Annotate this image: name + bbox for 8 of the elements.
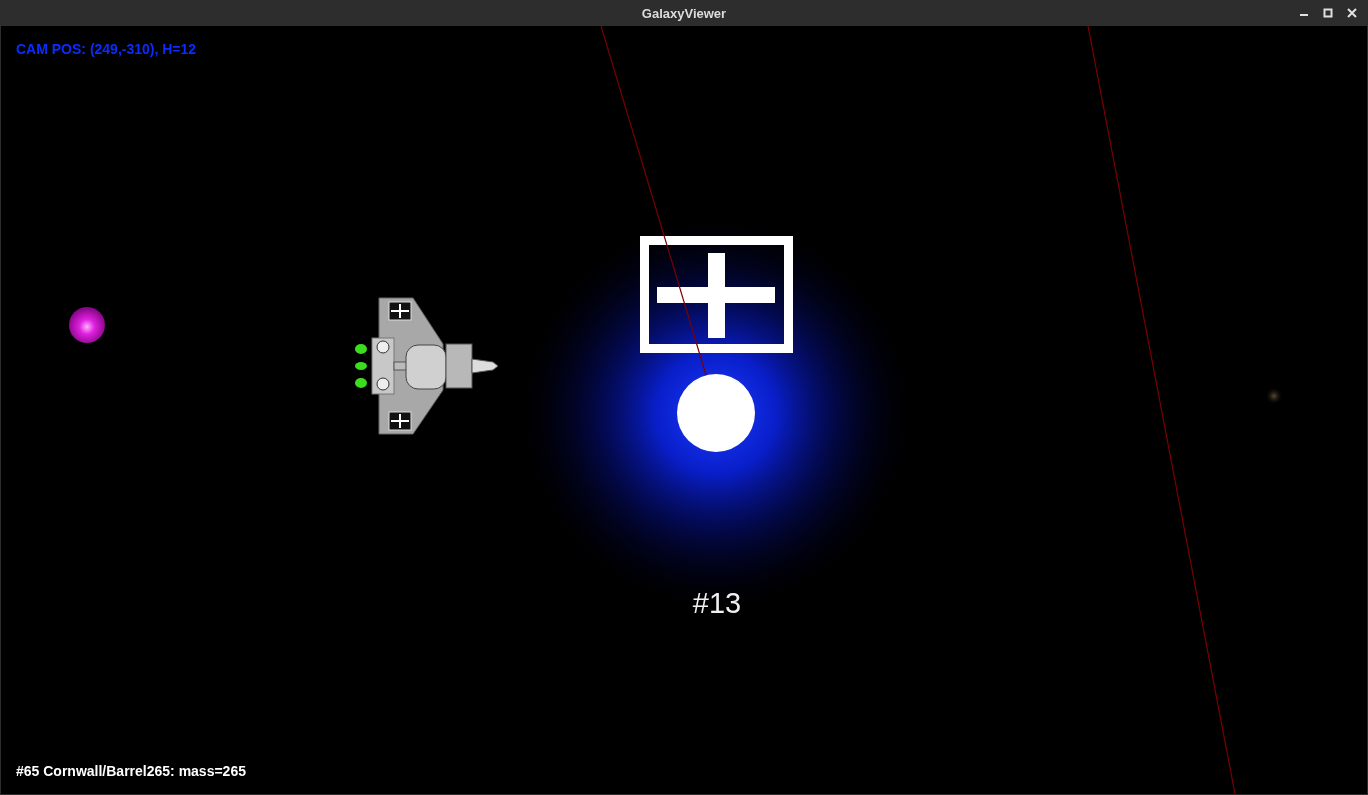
planet (69, 307, 105, 343)
window-title: GalaxyViewer (641, 5, 727, 21)
maximize-icon (1323, 8, 1333, 18)
selected-object-info: #65 Cornwall/Barrel265: mass=265 (16, 763, 246, 779)
camera-position-readout: CAM POS: (249,-310), H=12 (16, 41, 197, 57)
star-label: #13 (692, 587, 742, 620)
target-marker-icon (640, 236, 793, 353)
close-icon (1347, 8, 1357, 18)
